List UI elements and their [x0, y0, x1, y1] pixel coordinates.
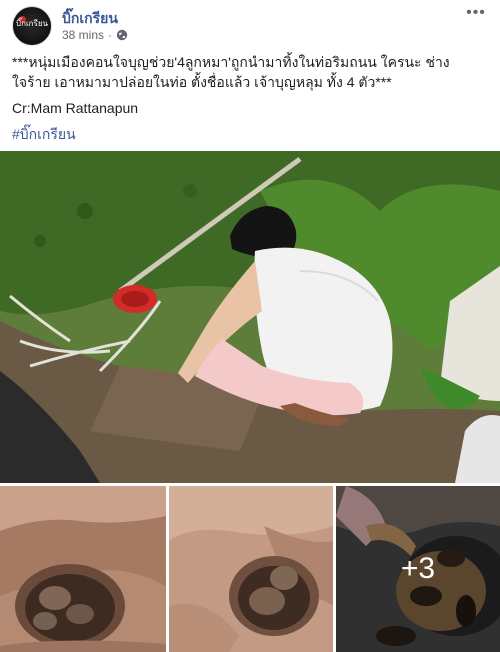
- post-header: บิ๊กเกรียน บิ๊กเกรียน 38 mins · •••: [12, 5, 488, 48]
- avatar-label: บิ๊กเกรียน: [16, 19, 48, 28]
- thumb-photo-2[interactable]: [169, 486, 333, 652]
- photo-grid: +3: [0, 486, 500, 652]
- post-meta: 38 mins ·: [62, 28, 128, 42]
- post-message: ***หนุ่มเมืองคอนใจบุญช่วย'4ลูกหมา'ถูกนำม…: [12, 54, 450, 90]
- thumb-photo-3[interactable]: +3: [336, 486, 500, 652]
- post-body: ***หนุ่มเมืองคอนใจบุญช่วย'4ลูกหมา'ถูกนำม…: [12, 52, 488, 144]
- post-timestamp[interactable]: 38 mins: [62, 28, 104, 42]
- main-photo[interactable]: [0, 151, 500, 483]
- page-name-link[interactable]: บิ๊กเกรียน: [62, 8, 118, 30]
- more-photos-overlay[interactable]: +3: [336, 486, 500, 652]
- hashtag-link[interactable]: #บิ๊กเกรียน: [12, 126, 76, 142]
- page-avatar[interactable]: บิ๊กเกรียน: [12, 6, 52, 46]
- more-photos-count: +3: [400, 552, 436, 585]
- post-credit: Cr:Mam Rattanapun: [12, 100, 139, 116]
- globe-icon[interactable]: [116, 29, 128, 41]
- ellipsis-icon[interactable]: •••: [464, 5, 488, 26]
- thumb-photo-1[interactable]: [0, 486, 166, 652]
- meta-separator: ·: [108, 28, 113, 42]
